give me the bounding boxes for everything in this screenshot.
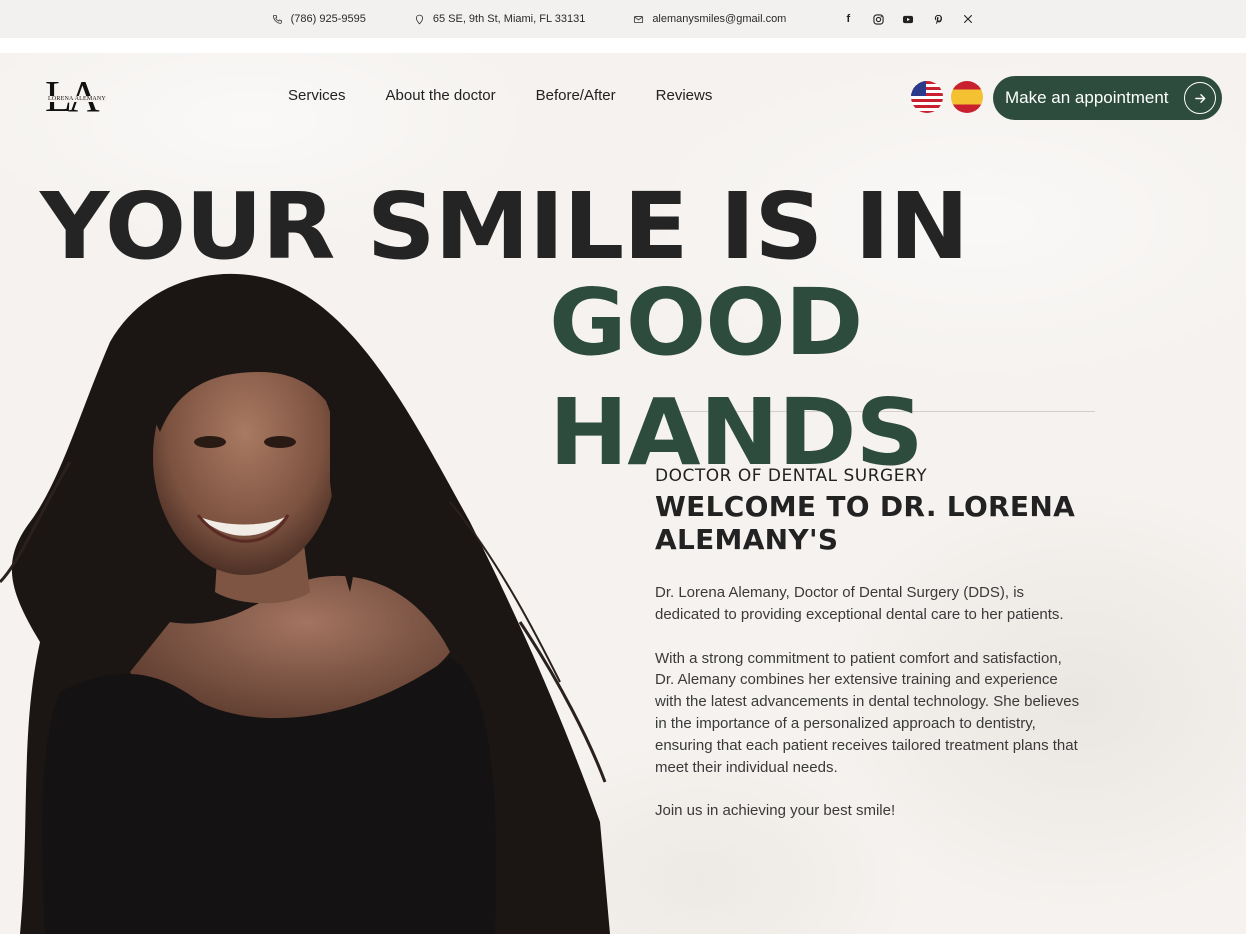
phone-text: (786) 925-9595 xyxy=(290,13,366,25)
top-info-bar: (786) 925-9595 65 SE, 9th St, Miami, FL … xyxy=(0,0,1246,38)
instagram-icon[interactable] xyxy=(872,13,884,25)
doctor-portrait-image xyxy=(0,273,610,934)
nav-item-services[interactable]: Services xyxy=(288,87,346,104)
english-flag-icon[interactable] xyxy=(911,81,943,113)
email-text: alemanysmiles@gmail.com xyxy=(652,13,787,25)
location-pin-icon xyxy=(415,14,423,25)
about-paragraph-2: With a strong commitment to patient comf… xyxy=(655,649,1080,776)
nav-item-reviews[interactable]: Reviews xyxy=(656,87,713,104)
pinterest-icon[interactable] xyxy=(932,13,944,25)
hero-headline-line2: GOOD HANDS xyxy=(549,269,924,486)
language-switcher xyxy=(911,81,983,113)
nav-item-about-doctor[interactable]: About the doctor xyxy=(386,87,496,104)
logo-name: LORENA ALEMANY xyxy=(47,96,107,102)
main-navigation: LA LORENA ALEMANY Services About the doc… xyxy=(0,53,1246,143)
youtube-icon[interactable] xyxy=(902,13,914,25)
make-appointment-label: Make an appointment xyxy=(1005,88,1169,107)
spanish-flag-icon[interactable] xyxy=(951,81,983,113)
email-info[interactable]: alemanysmiles@gmail.com xyxy=(633,13,786,25)
phone-icon xyxy=(272,14,282,24)
mail-icon xyxy=(634,15,644,23)
x-icon[interactable] xyxy=(962,13,974,25)
phone-info[interactable]: (786) 925-9595 xyxy=(272,13,366,25)
about-text: Dr. Lorena Alemany, Doctor of Dental Sur… xyxy=(655,582,1085,844)
header-separator xyxy=(0,38,1246,53)
address-text: 65 SE, 9th St, Miami, FL 33131 xyxy=(432,13,586,25)
welcome-heading: WELCOME TO DR. LORENA ALEMANY'S xyxy=(655,490,1076,556)
facebook-icon[interactable]: f xyxy=(842,13,854,25)
nav-menu: Services About the doctor Before/After R… xyxy=(288,87,712,104)
brand-logo[interactable]: LA LORENA ALEMANY xyxy=(45,75,119,119)
nav-item-before-after[interactable]: Before/After xyxy=(536,87,616,104)
arrow-right-icon xyxy=(1184,82,1216,114)
make-appointment-button[interactable]: Make an appointment xyxy=(993,76,1222,120)
address-info[interactable]: 65 SE, 9th St, Miami, FL 33131 xyxy=(414,13,585,25)
about-paragraph-1: Dr. Lorena Alemany, Doctor of Dental Sur… xyxy=(655,584,1064,623)
about-paragraph-3: Join us in achieving your best smile! xyxy=(655,802,896,820)
social-links: f xyxy=(842,13,974,25)
